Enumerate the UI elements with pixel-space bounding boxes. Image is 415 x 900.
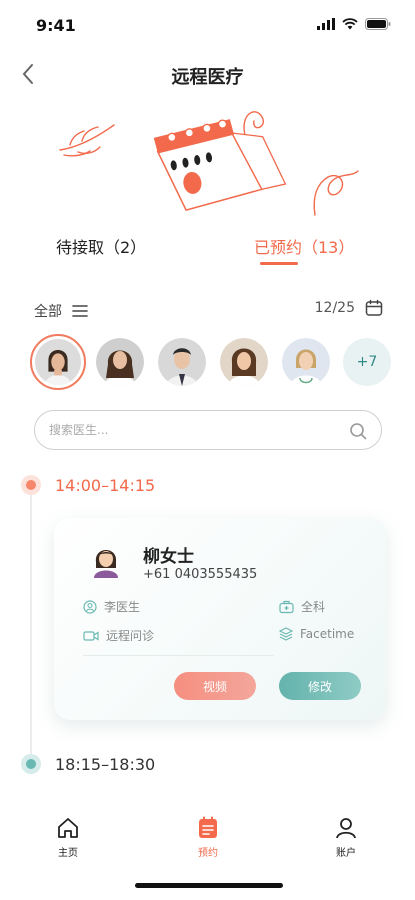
search-input[interactable] [49, 411, 329, 449]
nav-home[interactable]: 主页 [38, 816, 98, 859]
department-info: 全科 [279, 598, 325, 615]
status-bar: 9:41 [0, 0, 415, 50]
filter-all-button[interactable]: 全部 [34, 301, 88, 321]
time-slot-label: 14:00–14:15 [55, 476, 156, 495]
more-doctors-button[interactable]: +7 [343, 338, 391, 386]
card-divider [83, 655, 274, 656]
patient-name: 柳女士 [143, 547, 194, 567]
battery-icon [365, 18, 391, 30]
timeline-line [30, 490, 32, 760]
wifi-icon [342, 18, 358, 30]
edit-button[interactable]: 修改 [279, 672, 361, 700]
doctor-info: 李医生 [83, 598, 140, 615]
doctor-avatar[interactable] [158, 338, 206, 386]
bottom-tab-bar: 主页 预约 账户 [0, 810, 415, 870]
platform-name: Facetime [300, 627, 355, 641]
doctor-avatar-list: +7 [30, 334, 391, 394]
nav-account-label: 账户 [336, 848, 356, 859]
doctor-avatar-selected[interactable] [30, 334, 86, 390]
consultation-type: 远程问诊 [106, 629, 155, 643]
medical-kit-icon [279, 600, 294, 613]
nav-header: 远程医疗 [0, 55, 415, 95]
calendar-illustration [59, 111, 359, 216]
doctor-icon [83, 599, 97, 614]
consultation-type-info: 远程问诊 [83, 627, 154, 644]
home-indicator [135, 883, 283, 888]
nav-booking-label: 预约 [198, 848, 218, 859]
layers-icon [279, 627, 293, 641]
signal-icon [317, 18, 335, 30]
status-icons [317, 18, 391, 30]
department-name: 全科 [301, 600, 326, 614]
patient-phone: +61 0403555435 [143, 567, 258, 582]
patient-avatar [94, 550, 118, 578]
date-filter-button[interactable]: 12/25 [315, 299, 383, 317]
menu-icon [72, 305, 88, 317]
doctor-avatar[interactable] [282, 338, 330, 386]
tab-booked[interactable]: 已预约（13） [254, 234, 354, 258]
nav-home-label: 主页 [58, 848, 78, 859]
status-time: 9:41 [36, 16, 76, 35]
timeline-dot-active [21, 475, 41, 495]
video-camera-icon [83, 630, 99, 641]
filter-all-label: 全部 [34, 304, 62, 320]
calendar-icon [365, 299, 383, 316]
appointment-card[interactable]: 柳女士 +61 0403555435 李医生 全科 远程问诊 Facetime … [54, 518, 386, 720]
doctor-avatar[interactable] [220, 338, 268, 386]
calendar-icon [199, 816, 217, 838]
platform-info: Facetime [279, 627, 354, 641]
date-filter-label: 12/25 [314, 300, 355, 316]
time-slot-label: 18:15–18:30 [55, 755, 156, 774]
video-button[interactable]: 视频 [174, 672, 256, 700]
timeline-dot [21, 754, 41, 774]
active-tab-indicator [260, 262, 298, 265]
doctor-name: 李医生 [104, 600, 141, 614]
page-title: 远程医疗 [171, 67, 244, 88]
nav-account[interactable]: 账户 [316, 816, 376, 859]
appointment-tabs: 待接取（2） 已预约（13） [0, 230, 415, 270]
home-icon [58, 818, 78, 838]
tab-pending[interactable]: 待接取（2） [56, 234, 146, 258]
search-icon[interactable] [349, 422, 367, 440]
filter-row: 全部 12/25 [0, 295, 415, 325]
user-icon [336, 818, 356, 839]
doctor-avatar[interactable] [96, 338, 144, 386]
search-bar [34, 410, 382, 450]
nav-booking[interactable]: 预约 [178, 816, 238, 859]
